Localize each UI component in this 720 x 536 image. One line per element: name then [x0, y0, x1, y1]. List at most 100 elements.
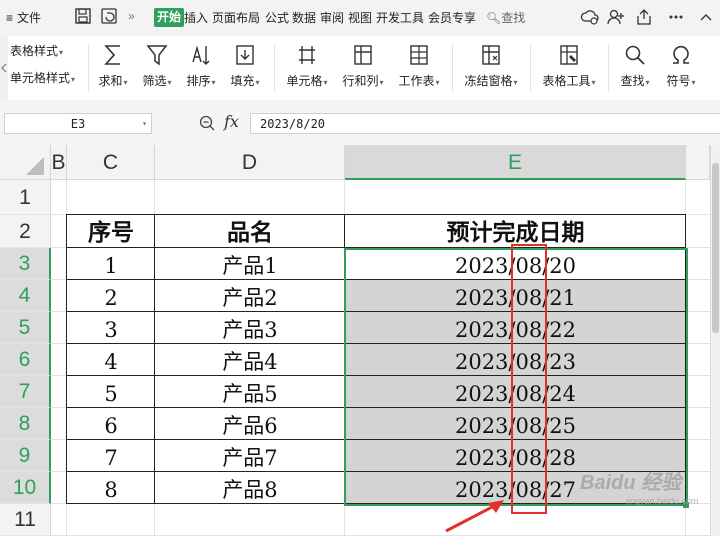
fill-button[interactable]: 填充▾ [226, 36, 264, 100]
caret-down-icon: ▾ [691, 78, 696, 87]
cell-index[interactable]: 3 [67, 312, 155, 344]
freeze-panes-button[interactable]: 冻结窗格▾ [460, 36, 522, 100]
tab-insert[interactable]: 插入 [184, 9, 208, 26]
save-icon [75, 8, 91, 24]
row-header-10[interactable]: 10 [0, 472, 51, 504]
symbol-button[interactable]: 符号▾ [660, 36, 702, 100]
cell-product[interactable]: 产品1 [155, 248, 345, 280]
row-header-1[interactable]: 1 [0, 180, 51, 215]
cell-product[interactable]: 产品7 [155, 440, 345, 472]
cell-index[interactable]: 1 [67, 248, 155, 280]
name-box[interactable]: E3 ▾ [4, 113, 152, 134]
header-cell-product[interactable]: 品名 [155, 215, 345, 248]
toolbar-divider [452, 44, 453, 92]
tab-view[interactable]: 视图 [348, 9, 372, 26]
cell-date[interactable]: 2023/08/25 [345, 408, 686, 440]
row-header-4[interactable]: 4 [0, 280, 51, 312]
more-tabs-button[interactable]: » [128, 9, 135, 23]
filter-label: 筛选 [142, 74, 167, 88]
column-header-c[interactable]: C [67, 145, 155, 180]
cell-index[interactable]: 4 [67, 344, 155, 376]
cell-index[interactable]: 5 [67, 376, 155, 408]
cell-index[interactable]: 6 [67, 408, 155, 440]
vertical-scrollbar[interactable] [710, 145, 720, 536]
collaborate-button[interactable] [606, 7, 626, 29]
column-header-b[interactable]: B [51, 145, 67, 180]
tab-data[interactable]: 数据 [292, 9, 316, 26]
filter-button[interactable]: 筛选▾ [138, 36, 176, 100]
tab-developer[interactable]: 开发工具 [376, 9, 424, 26]
table-style-button[interactable]: 表格样式▾ [10, 42, 63, 59]
cloud-sync-button[interactable] [580, 7, 600, 29]
row-header-3[interactable]: 3 [0, 248, 51, 280]
more-icon [669, 15, 683, 19]
row-header-11[interactable]: 11 [0, 504, 51, 536]
search-box[interactable]: 🔍︎查找 [486, 9, 525, 26]
cell-product[interactable]: 产品4 [155, 344, 345, 376]
undo-button[interactable] [100, 7, 118, 29]
row-col-icon [354, 45, 372, 65]
row-header-8[interactable]: 8 [0, 408, 51, 440]
cell-index[interactable]: 8 [67, 472, 155, 504]
tab-page-layout[interactable]: 页面布局 [212, 9, 260, 26]
row-col-button[interactable]: 行和列▾ [338, 36, 388, 100]
column-header-e[interactable]: E [345, 145, 686, 180]
caret-down-icon: ▾ [255, 78, 260, 87]
cell-product[interactable]: 产品6 [155, 408, 345, 440]
find-button[interactable]: 查找▾ [614, 36, 656, 100]
share-button[interactable] [634, 7, 654, 29]
cell-date[interactable]: 2023/08/21 [345, 280, 686, 312]
worksheet-button[interactable]: 工作表▾ [394, 36, 444, 100]
select-all-corner[interactable] [0, 145, 51, 180]
toolbar-divider [88, 44, 89, 92]
column-header-f[interactable] [686, 145, 710, 180]
scrollbar-thumb[interactable] [712, 163, 719, 333]
tab-formulas[interactable]: 公式 [265, 9, 289, 26]
caret-down-icon: ▾ [645, 78, 650, 87]
caret-down-icon: ▾ [591, 78, 596, 87]
cell-date[interactable]: 2023/08/22 [345, 312, 686, 344]
sort-button[interactable]: 排序▾ [182, 36, 220, 100]
tab-member[interactable]: 会员专享 [428, 9, 476, 26]
row-header-7[interactable]: 7 [0, 376, 51, 408]
cell-button[interactable]: 单元格▾ [282, 36, 332, 100]
search-icon: 🔍︎ [486, 11, 502, 25]
table-border-horizontal [66, 214, 686, 215]
row-header-6[interactable]: 6 [0, 344, 51, 376]
sum-button[interactable]: 求和▾ [94, 36, 132, 100]
row-header-9[interactable]: 9 [0, 440, 51, 472]
cell-date[interactable]: 2023/08/23 [345, 344, 686, 376]
tab-home[interactable]: 开始 [154, 8, 185, 27]
cell-product[interactable]: 产品2 [155, 280, 345, 312]
save-button[interactable] [74, 7, 92, 29]
file-menu[interactable]: ≡ 文件 [6, 9, 41, 26]
cell-style-button[interactable]: 单元格样式▾ [10, 69, 75, 86]
toolbar-divider [530, 44, 531, 92]
insert-function-button[interactable]: fx [224, 112, 239, 131]
header-cell-date[interactable]: 预计完成日期 [345, 215, 686, 248]
ribbon-scroll-left[interactable] [0, 36, 8, 100]
cell-product[interactable]: 产品3 [155, 312, 345, 344]
cell-product[interactable]: 产品5 [155, 376, 345, 408]
zoom-formula-button[interactable] [198, 114, 216, 137]
table-border-horizontal [66, 503, 686, 504]
worksheet-label: 工作表 [398, 74, 435, 88]
tab-review[interactable]: 审阅 [320, 9, 344, 26]
more-options-button[interactable] [668, 7, 684, 29]
table-border-horizontal [66, 247, 686, 248]
cell-index[interactable]: 7 [67, 440, 155, 472]
row-header-5[interactable]: 5 [0, 312, 51, 344]
column-header-d[interactable]: D [155, 145, 345, 180]
cell-date[interactable]: 2023/08/24 [345, 376, 686, 408]
cell-index[interactable]: 2 [67, 280, 155, 312]
table-tools-button[interactable]: 表格工具▾ [538, 36, 600, 100]
table-border-vertical [154, 214, 155, 504]
cell-product[interactable]: 产品8 [155, 472, 345, 504]
funnel-icon [146, 45, 168, 66]
toolbar-divider [274, 44, 275, 92]
collapse-ribbon-button[interactable] [698, 7, 714, 29]
formula-input[interactable]: 2023/8/20 [250, 113, 720, 134]
row-header-2[interactable]: 2 [0, 215, 51, 248]
cell-date[interactable]: 2023/08/20 [345, 248, 686, 280]
header-cell-index[interactable]: 序号 [67, 215, 155, 248]
